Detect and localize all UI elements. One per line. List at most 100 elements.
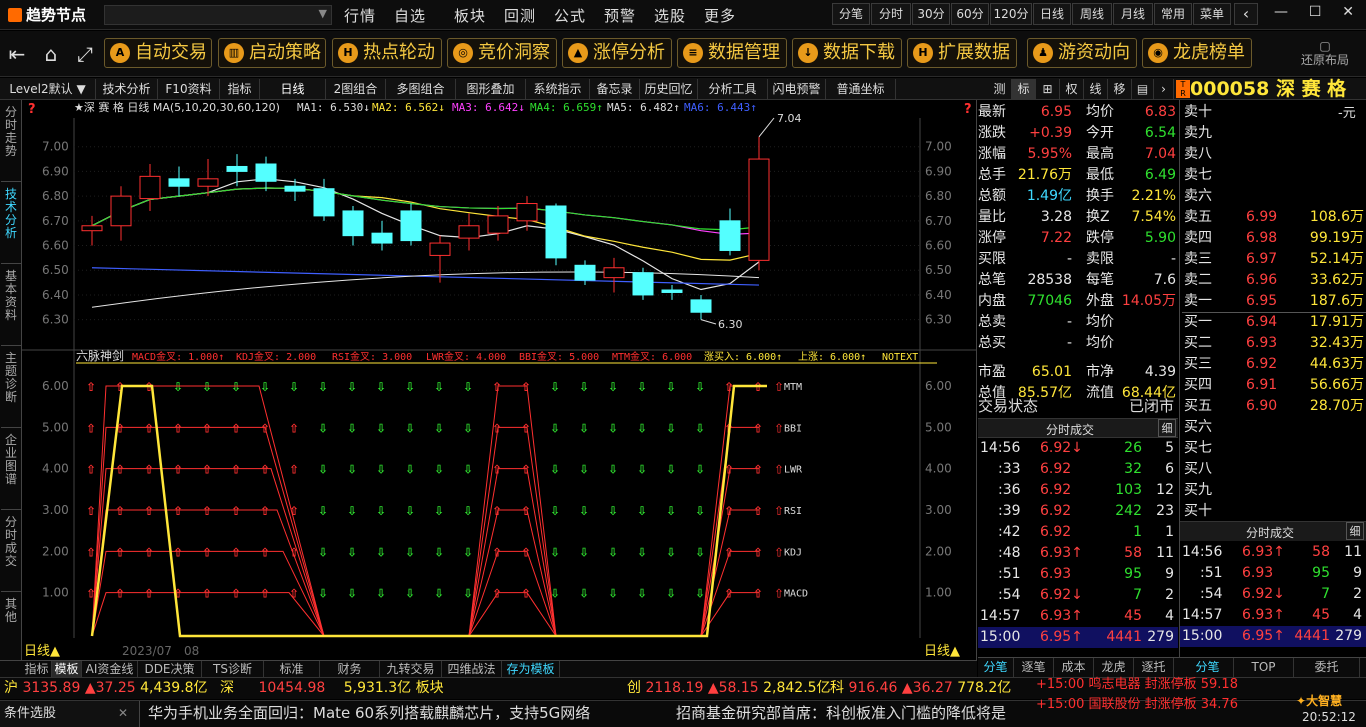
hot-money-button[interactable]: ♟ 游资动向 [1027, 38, 1137, 68]
back-icon[interactable]: ‹ [1234, 3, 1258, 25]
candle[interactable] [516, 203, 538, 222]
common-button[interactable]: 常用 [1154, 3, 1192, 25]
auction-insight-button[interactable]: ◎ 竞价洞察 [447, 38, 557, 68]
candle[interactable] [458, 225, 480, 239]
home-icon[interactable]: ⌂ [38, 41, 64, 67]
period-120[interactable]: 120分 [990, 3, 1032, 25]
candle[interactable] [81, 225, 103, 232]
ask-row[interactable]: 卖九 [1182, 123, 1366, 144]
candle[interactable] [748, 158, 770, 261]
limit-up-analysis-button[interactable]: ▲ 涨停分析 [562, 38, 672, 68]
tab-memo[interactable]: 备忘录 [590, 79, 640, 99]
btab-save[interactable]: 存为模板 [502, 661, 560, 677]
btab-dde[interactable]: DDE决策 [138, 661, 202, 677]
ticks2-detail-button[interactable]: 细 [1346, 522, 1364, 540]
news-item-2[interactable]: 招商基金研究部首席：科创板准入门槛的降低将是 [676, 701, 1032, 726]
sidebar-item-other[interactable]: 其他 [1, 594, 21, 634]
tab-system[interactable]: 系统指示 [526, 79, 590, 99]
data-download-button[interactable]: ↓ 数据下载 [792, 38, 902, 68]
bid-row[interactable]: 买六 [1182, 417, 1366, 438]
tab-flash[interactable]: 闪电预警 [768, 79, 826, 99]
candle[interactable] [139, 175, 161, 200]
candle[interactable] [168, 178, 190, 187]
close-icon[interactable]: ✕ [118, 701, 128, 726]
menu-xuangu[interactable]: 选股 [654, 5, 686, 26]
tab-2chart[interactable]: 2图组合 [326, 79, 386, 99]
ask-row[interactable]: 卖四 6.98 99.19万 [1182, 228, 1366, 249]
kline-chart[interactable]: ★深 赛 格 日线 MA(5,10,20,30,60,120) MA1: 6.5… [22, 100, 977, 660]
bid-row[interactable]: 买七 [1182, 438, 1366, 459]
qtab-zhubi[interactable]: 逐笔 [1014, 658, 1054, 677]
btab-finance[interactable]: 财务 [320, 661, 380, 677]
close-icon[interactable]: ✕ [1342, 4, 1354, 26]
menu-zixuan[interactable]: 自选 [394, 5, 426, 26]
candle[interactable] [632, 272, 654, 296]
period-60[interactable]: 60分 [951, 3, 989, 25]
ask-row[interactable]: 卖八 [1182, 144, 1366, 165]
qtab2-top[interactable]: TOP [1234, 658, 1294, 677]
period-monthly[interactable]: 月线 [1113, 3, 1153, 25]
ask-row[interactable]: 卖一 6.95 187.6万 [1182, 291, 1366, 312]
bid-row[interactable]: 买五 6.90 28.70万 [1182, 396, 1366, 417]
tab-level2[interactable]: Level2默认 ▼ [0, 79, 96, 99]
sidebar-item-fenshi[interactable]: 分时走势 [1, 102, 21, 182]
candle[interactable] [197, 178, 219, 187]
bid-row[interactable]: 买十 [1182, 501, 1366, 522]
qtab-zhutuo[interactable]: 逐托 [1134, 658, 1174, 677]
hot-rotation-button[interactable]: H 热点轮动 [332, 38, 442, 68]
qtab2-fenbi[interactable]: 分笔 [1182, 658, 1234, 677]
sidebar-item-tech[interactable]: 技术分析 [1, 184, 21, 264]
menu-gengduo[interactable]: 更多 [704, 5, 736, 26]
restore-layout-button[interactable]: ▢ 还原布局 [1290, 39, 1360, 67]
index-sz[interactable]: 深 10454.98 5,931.3亿 板块 [220, 678, 444, 698]
menu-hangqing[interactable]: 行情 [344, 5, 376, 26]
candle[interactable] [545, 205, 567, 259]
candle[interactable] [661, 289, 683, 293]
menu-huice[interactable]: 回测 [504, 5, 536, 26]
btab-standard[interactable]: 标准 [264, 661, 320, 677]
index-kc[interactable]: 科 916.46 ▲36.27 778.2亿 [830, 678, 1011, 698]
period-corner-right[interactable]: 日线▲ [924, 644, 960, 659]
help-icon-left[interactable]: ? [28, 102, 36, 117]
ask-row[interactable]: 卖三 6.97 52.14万 [1182, 249, 1366, 270]
sidebar-item-basic[interactable]: 基本资料 [1, 266, 21, 346]
period-30[interactable]: 30分 [912, 3, 950, 25]
tab-quan[interactable]: 权 [1060, 79, 1084, 99]
btab-indicator[interactable]: 指标 [22, 661, 52, 677]
ask-row[interactable]: 卖七 [1182, 165, 1366, 186]
tab-tech[interactable]: 技术分析 [96, 79, 158, 99]
extend-data-button[interactable]: H 扩展数据 [907, 38, 1017, 68]
period-fenshi[interactable]: 分时 [871, 3, 911, 25]
tab-indicator[interactable]: 指标 [220, 79, 260, 99]
bid-row[interactable]: 买三 6.92 44.63万 [1182, 354, 1366, 375]
period-corner-left[interactable]: 日线▲ [24, 644, 60, 659]
candle[interactable] [342, 210, 364, 237]
chevron-down-icon[interactable]: ▼ [319, 7, 327, 20]
tab-overlay[interactable]: 图形叠加 [456, 79, 526, 99]
candle[interactable] [313, 188, 335, 217]
btab-siwei[interactable]: 四维战法 [442, 661, 502, 677]
auto-trade-button[interactable]: A 自动交易 [104, 38, 212, 68]
btab-ts[interactable]: TS诊断 [202, 661, 264, 677]
tab-f10[interactable]: F10资料 [158, 79, 220, 99]
menu-bankuai[interactable]: 板块 [454, 5, 486, 26]
candle[interactable] [284, 185, 306, 192]
bid-row[interactable]: 买四 6.91 56.66万 [1182, 375, 1366, 396]
app-logo[interactable]: 趋势节点 [8, 4, 86, 25]
candle[interactable] [690, 299, 712, 313]
qtab-fenbi[interactable]: 分笔 [978, 658, 1014, 677]
data-manage-button[interactable]: ≡ 数据管理 [677, 38, 787, 68]
period-weekly[interactable]: 周线 [1072, 3, 1112, 25]
candle[interactable] [574, 264, 596, 281]
qtab-chengben[interactable]: 成本 [1054, 658, 1094, 677]
news-item-1[interactable]: 华为手机业务全面回归：Mate 60系列搭载麒麟芯片，支持5G网络 [148, 701, 590, 726]
exit-icon[interactable]: ⇤ [4, 41, 30, 67]
btab-ai[interactable]: AI资金线 [82, 661, 138, 677]
tab-ce[interactable]: 测 [988, 79, 1012, 99]
minimize-icon[interactable]: — [1274, 4, 1288, 26]
candle[interactable] [371, 232, 393, 244]
tab-coord[interactable]: 普通坐标 [826, 79, 896, 99]
index-cy[interactable]: 创 2118.19 ▲58.15 2,842.5亿 [627, 678, 831, 698]
menu-gongshi[interactable]: 公式 [554, 5, 586, 26]
tab-history[interactable]: 历史回忆 [640, 79, 698, 99]
